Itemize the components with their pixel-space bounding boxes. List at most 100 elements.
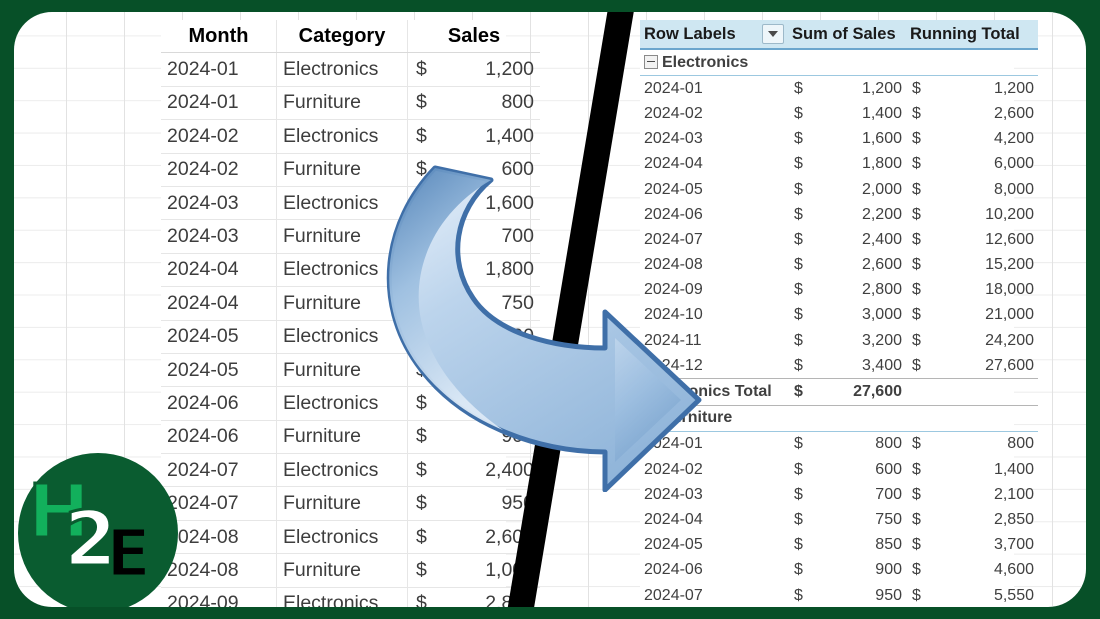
cell-month: 2024-07: [161, 453, 277, 488]
currency-symbol: $: [416, 191, 427, 214]
pivot-row-sum-value: 2,400: [861, 230, 902, 248]
table-row: 2024-01 Electronics $1,200: [161, 52, 540, 87]
currency-symbol: $: [416, 391, 427, 414]
pivot-row-label: 2024-05: [644, 536, 703, 554]
pivot-table: Row Labels Sum of Sales Running Total El…: [640, 20, 1038, 607]
pivot-row-sum: $1,800: [788, 152, 906, 177]
pivot-row-label: 2024-07: [644, 586, 703, 604]
cell-category: Furniture: [276, 286, 408, 321]
currency-symbol: $: [794, 79, 803, 97]
screenshot-canvas: Month Category Sales 2024-01 Electronics $…: [14, 12, 1086, 607]
pivot-group-row[interactable]: Electronics: [640, 49, 1038, 77]
pivot-total-sum-value: 27,600: [853, 383, 902, 401]
pivot-data-row: 2024-04 $1,800 $6,000: [640, 152, 1038, 177]
cell-sales: $1,400: [407, 119, 540, 154]
pivot-row-running: $5,550: [906, 583, 1038, 607]
currency-symbol: $: [912, 130, 921, 148]
pivot-data-row: 2024-10 $3,000 $21,000: [640, 303, 1038, 328]
pivot-row-running-value: 2,600: [993, 104, 1034, 122]
pivot-row-sum: $2,000: [788, 177, 906, 202]
currency-symbol: $: [416, 358, 427, 381]
pivot-row-label: 2024-09: [644, 281, 703, 299]
pivot-row-running: $12,600: [906, 227, 1038, 252]
currency-symbol: $: [416, 492, 427, 515]
collapse-minus-icon[interactable]: [644, 410, 658, 425]
pivot-row-label: 2024-04: [644, 155, 703, 173]
cell-category: Furniture: [276, 86, 408, 121]
pivot-row-label: 2024-06: [644, 205, 703, 223]
pivot-row-sum: $2,200: [788, 202, 906, 227]
cell-sales-value: 1,800: [485, 258, 534, 281]
pivot-row-sum: $600: [788, 457, 906, 482]
currency-symbol: $: [794, 586, 803, 604]
currency-symbol: $: [794, 435, 803, 453]
pivot-header-row-labels: Row Labels: [640, 20, 788, 50]
pivot-total-running: [906, 378, 1038, 406]
currency-symbol: $: [416, 592, 427, 607]
pivot-row-running: $10,200: [906, 202, 1038, 227]
pivot-data-row: 2024-06 $2,200 $10,200: [640, 202, 1038, 227]
table-row: 2024-06 Furniture $900: [161, 420, 540, 455]
pivot-row-running: $1,400: [906, 457, 1038, 482]
pivot-row-running-value: 15,200: [985, 256, 1034, 274]
currency-symbol: $: [794, 180, 803, 198]
cell-category: Electronics: [276, 52, 408, 87]
pivot-group-row[interactable]: Furniture: [640, 405, 1038, 432]
cell-sales-value: 900: [501, 425, 534, 448]
cell-month: 2024-05: [161, 353, 277, 388]
cell-sales-value: 850: [501, 358, 534, 381]
currency-symbol: $: [912, 104, 921, 122]
currency-symbol: $: [416, 124, 427, 147]
cell-month: 2024-06: [161, 420, 277, 455]
pivot-group-sum: [788, 49, 906, 77]
cell-category: Furniture: [276, 486, 408, 521]
pivot-row-running: $15,200: [906, 253, 1038, 278]
cell-sales: $900: [407, 420, 540, 455]
cell-sales: $950: [407, 486, 540, 521]
pivot-data-row: 2024-08 $2,600 $15,200: [640, 253, 1038, 278]
currency-symbol: $: [416, 458, 427, 481]
pivot-row-sum-value: 850: [875, 536, 902, 554]
cell-sales: $1,800: [407, 253, 540, 288]
currency-symbol: $: [912, 306, 921, 324]
currency-symbol: $: [912, 485, 921, 503]
currency-symbol: $: [912, 561, 921, 579]
cell-category: Electronics: [276, 453, 408, 488]
pivot-group-running: [906, 405, 1038, 432]
pivot-row-running-value: 21,000: [985, 306, 1034, 324]
cell-sales-value: 2,000: [485, 325, 534, 348]
chevron-down-icon[interactable]: [762, 24, 784, 44]
pivot-row-running: $4,600: [906, 558, 1038, 583]
pivot-header-row: Row Labels Sum of Sales Running Total: [640, 20, 1038, 50]
table-row: 2024-01 Furniture $800: [161, 86, 540, 121]
pivot-data-row: 2024-05 $850 $3,700: [640, 533, 1038, 558]
currency-symbol: $: [794, 104, 803, 122]
pivot-row-running-value: 5,550: [993, 586, 1034, 604]
pivot-group-running: [906, 49, 1038, 77]
currency-symbol: $: [794, 536, 803, 554]
pivot-row-sum: $750: [788, 507, 906, 532]
currency-symbol: $: [416, 91, 427, 114]
cell-sales-value: 600: [501, 158, 534, 181]
pivot-row-sum-value: 750: [875, 510, 902, 528]
currency-symbol: $: [416, 558, 427, 581]
cell-month: 2024-09: [161, 587, 277, 607]
cell-month: 2024-08: [161, 520, 277, 555]
collapse-minus-icon[interactable]: [644, 55, 658, 70]
currency-symbol: $: [912, 586, 921, 604]
pivot-data-row: 2024-06 $900 $4,600: [640, 558, 1038, 583]
currency-symbol: $: [416, 425, 427, 448]
cell-category: Furniture: [276, 553, 408, 588]
pivot-row-running-value: 4,600: [993, 561, 1034, 579]
currency-symbol: $: [794, 230, 803, 248]
cell-month: 2024-03: [161, 186, 277, 221]
currency-symbol: $: [912, 79, 921, 97]
cell-sales: $800: [407, 86, 540, 121]
pivot-header-running-total: Running Total: [906, 20, 1038, 50]
pivot-row-sum: $900: [788, 558, 906, 583]
pivot-row-running-value: 12,600: [985, 230, 1034, 248]
currency-symbol: $: [794, 130, 803, 148]
cell-month: 2024-01: [161, 52, 277, 87]
pivot-row-sum-value: 1,400: [861, 104, 902, 122]
pivot-row-sum-value: 700: [875, 485, 902, 503]
